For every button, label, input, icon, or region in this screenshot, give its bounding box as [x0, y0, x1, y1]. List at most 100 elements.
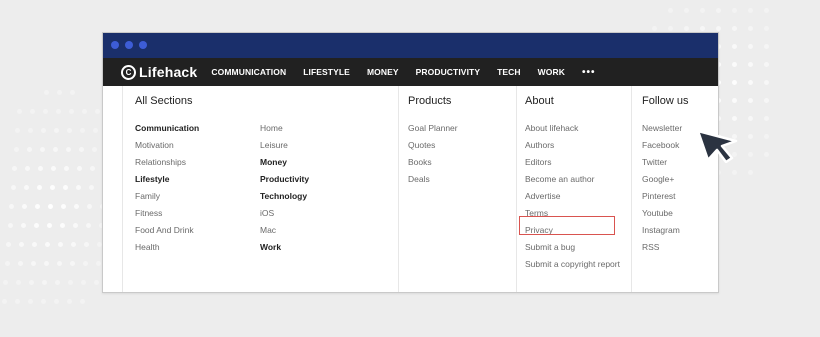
- menu-link[interactable]: Home: [260, 120, 309, 137]
- nav-item-communication[interactable]: COMMUNICATION: [211, 67, 286, 77]
- follow-us-heading: Follow us: [642, 95, 689, 107]
- menu-link[interactable]: Family: [135, 188, 199, 205]
- decorative-dot: [700, 8, 705, 13]
- about-list: About lifehack Authors Editors Become an…: [525, 120, 620, 273]
- menu-link[interactable]: Books: [408, 154, 458, 171]
- decorative-dot: [732, 8, 737, 13]
- nav-item-productivity[interactable]: PRODUCTIVITY: [416, 67, 480, 77]
- decorative-dot: [716, 26, 721, 31]
- column-divider: [631, 86, 632, 292]
- menu-link[interactable]: About lifehack: [525, 120, 620, 137]
- decorative-dot: [748, 170, 753, 175]
- nav-item-work[interactable]: WORK: [538, 67, 565, 77]
- menu-link[interactable]: Facebook: [642, 137, 682, 154]
- menu-link[interactable]: Instagram: [642, 222, 682, 239]
- all-sections-col2: Home Leisure Money Productivity Technolo…: [260, 120, 309, 256]
- menu-link[interactable]: Newsletter: [642, 120, 682, 137]
- about-heading: About: [525, 95, 554, 107]
- decorative-dot: [732, 98, 737, 103]
- menu-link[interactable]: Money: [260, 154, 309, 171]
- menu-link[interactable]: Work: [260, 239, 309, 256]
- menu-link[interactable]: Submit a bug: [525, 239, 620, 256]
- decorative-dot: [748, 152, 753, 157]
- decorative-dot: [764, 8, 769, 13]
- menu-link[interactable]: Leisure: [260, 137, 309, 154]
- decorative-dot: [732, 62, 737, 67]
- menu-link[interactable]: iOS: [260, 205, 309, 222]
- site-logo[interactable]: C Lifehack: [121, 64, 197, 80]
- window-titlebar: [103, 33, 718, 58]
- decorative-dot: [748, 44, 753, 49]
- decorative-dot: [732, 44, 737, 49]
- menu-link[interactable]: Quotes: [408, 137, 458, 154]
- menu-link[interactable]: RSS: [642, 239, 682, 256]
- become-author-link[interactable]: Become an author: [525, 171, 620, 188]
- decorative-dot: [748, 80, 753, 85]
- column-divider: [516, 86, 517, 292]
- decorative-dot: [652, 26, 657, 31]
- nav-item-money[interactable]: MONEY: [367, 67, 399, 77]
- menu-link[interactable]: Youtube: [642, 205, 682, 222]
- menu-link[interactable]: Goal Planner: [408, 120, 458, 137]
- menu-link[interactable]: Editors: [525, 154, 620, 171]
- decorative-dot: [732, 170, 737, 175]
- decorative-dot: [764, 62, 769, 67]
- products-list: Goal Planner Quotes Books Deals: [408, 120, 458, 188]
- decorative-dot: [764, 80, 769, 85]
- window-control-dot[interactable]: [125, 41, 133, 49]
- more-menu-icon[interactable]: •••: [582, 67, 596, 78]
- menu-link[interactable]: Relationships: [135, 154, 199, 171]
- menu-link[interactable]: Communication: [135, 120, 199, 137]
- menu-link[interactable]: Mac: [260, 222, 309, 239]
- decorative-dot: [700, 26, 705, 31]
- decorative-dot: [764, 152, 769, 157]
- decorative-dot: [684, 26, 689, 31]
- decorative-dot: [684, 8, 689, 13]
- highlight-box: [519, 216, 615, 235]
- menu-link[interactable]: Google+: [642, 171, 682, 188]
- decorative-dot: [764, 134, 769, 139]
- window-control-dot[interactable]: [111, 41, 119, 49]
- menu-link[interactable]: Technology: [260, 188, 309, 205]
- decorative-dot: [764, 26, 769, 31]
- menu-link[interactable]: Motivation: [135, 137, 199, 154]
- decorative-dot: [764, 116, 769, 121]
- menu-link[interactable]: Submit a copyright report: [525, 256, 620, 273]
- decorative-dot: [668, 8, 673, 13]
- all-sections-heading: All Sections: [135, 95, 193, 107]
- nav-item-tech[interactable]: TECH: [497, 67, 521, 77]
- menu-link[interactable]: Fitness: [135, 205, 199, 222]
- menu-link[interactable]: Productivity: [260, 171, 309, 188]
- decorative-dot: [764, 98, 769, 103]
- products-heading: Products: [408, 95, 452, 107]
- decorative-dot: [732, 26, 737, 31]
- decorative-dot: [748, 62, 753, 67]
- column-divider: [122, 86, 123, 292]
- decorative-dot: [748, 98, 753, 103]
- decorative-dot: [732, 116, 737, 121]
- decorative-dot: [716, 8, 721, 13]
- decorative-dot: [748, 8, 753, 13]
- follow-us-list: Newsletter Facebook Twitter Google+ Pint…: [642, 120, 682, 256]
- nav-item-lifestyle[interactable]: LIFESTYLE: [303, 67, 350, 77]
- top-navbar: C Lifehack COMMUNICATION LIFESTYLE MONEY…: [103, 58, 718, 86]
- logo-icon: C: [121, 64, 136, 80]
- menu-link[interactable]: Food And Drink: [135, 222, 199, 239]
- logo-text: Lifehack: [139, 64, 198, 80]
- menu-link[interactable]: Advertise: [525, 188, 620, 205]
- mega-menu: All Sections Communication Motivation Re…: [103, 86, 718, 292]
- decorative-dot: [748, 26, 753, 31]
- decorative-dot: [764, 44, 769, 49]
- menu-link[interactable]: Deals: [408, 171, 458, 188]
- menu-link[interactable]: Health: [135, 239, 199, 256]
- menu-link[interactable]: Authors: [525, 137, 620, 154]
- decorative-dot: [748, 134, 753, 139]
- column-divider: [398, 86, 399, 292]
- decorative-dot: [748, 116, 753, 121]
- mouse-cursor-icon: [696, 129, 738, 163]
- window-control-dot[interactable]: [139, 41, 147, 49]
- menu-link[interactable]: Twitter: [642, 154, 682, 171]
- menu-link[interactable]: Pinterest: [642, 188, 682, 205]
- decorative-dot: [732, 80, 737, 85]
- menu-link[interactable]: Lifestyle: [135, 171, 199, 188]
